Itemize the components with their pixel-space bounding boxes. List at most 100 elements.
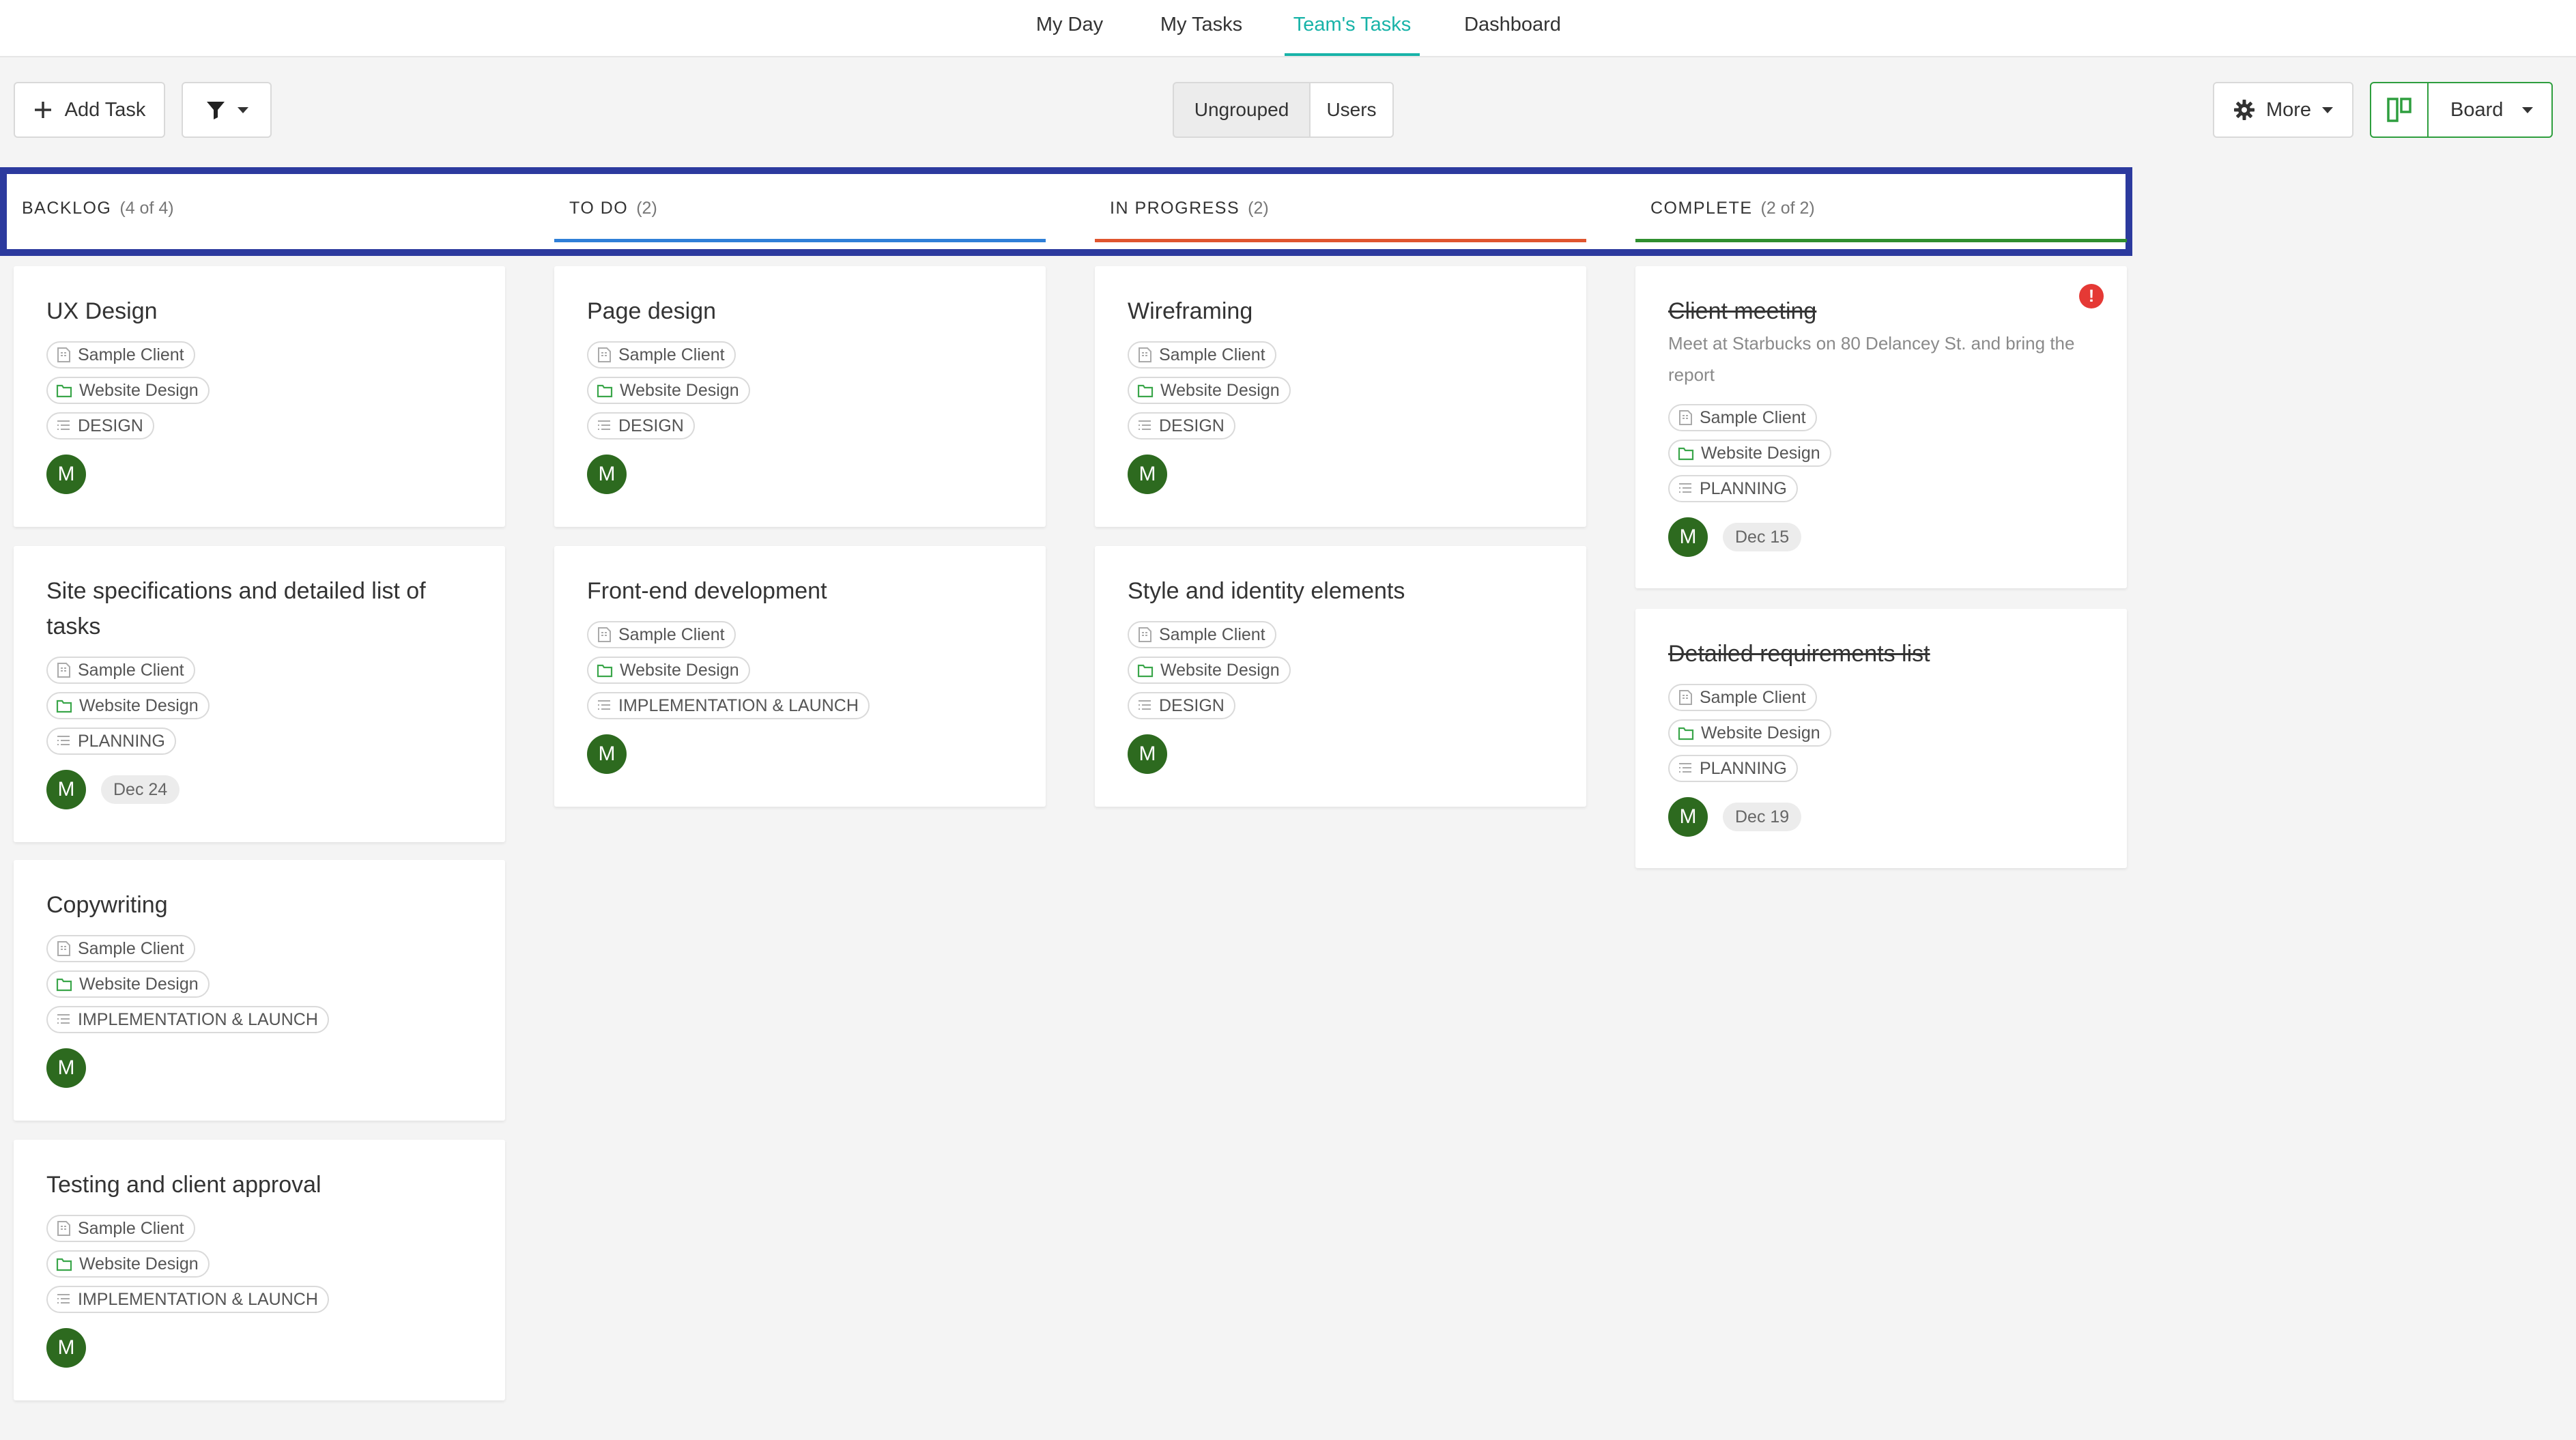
avatar[interactable]: M <box>46 1328 86 1368</box>
task-title: Wireframing <box>1128 298 1253 324</box>
column-color-line <box>1095 239 1586 242</box>
folder-icon <box>597 664 613 678</box>
avatar[interactable]: M <box>46 770 86 809</box>
column-color-line <box>1635 239 2127 242</box>
task-card[interactable]: Style and identity elements Sample Clien… <box>1095 546 1586 807</box>
task-card[interactable]: Copywriting Sample Client Website Design… <box>14 860 505 1121</box>
client-tag[interactable]: Sample Client <box>1668 684 1817 711</box>
client-tag[interactable]: Sample Client <box>587 341 736 369</box>
column-header-backlog[interactable]: BACKLOG (4 of 4) <box>7 174 506 242</box>
avatar[interactable]: M <box>1668 517 1708 557</box>
stage-tag[interactable]: PLANNING <box>46 728 176 755</box>
client-tag[interactable]: Sample Client <box>46 657 195 684</box>
tab-dashboard[interactable]: Dashboard <box>1458 0 1567 56</box>
folder-icon <box>1137 664 1154 678</box>
column-title: IN PROGRESS <box>1110 198 1240 218</box>
column-count: (2) <box>1248 198 1269 218</box>
stage-tag[interactable]: DESIGN <box>1128 692 1235 719</box>
project-tag[interactable]: Website Design <box>1128 657 1291 684</box>
more-dropdown-button[interactable]: More <box>2213 82 2353 138</box>
client-icon <box>57 941 70 956</box>
task-title: Front-end development <box>587 578 827 604</box>
avatar[interactable]: M <box>46 1048 86 1088</box>
project-tag[interactable]: Website Design <box>1668 719 1831 747</box>
project-tag[interactable]: Website Design <box>587 377 750 404</box>
tab-teams-tasks[interactable]: Team's Tasks <box>1285 0 1420 56</box>
filter-icon <box>207 102 225 119</box>
client-icon <box>57 663 70 678</box>
avatar[interactable]: M <box>587 455 627 494</box>
stage-tag[interactable]: PLANNING <box>1668 475 1798 502</box>
project-tag[interactable]: Website Design <box>46 1250 210 1278</box>
tab-my-day[interactable]: My Day <box>1025 0 1114 56</box>
project-tag[interactable]: Website Design <box>46 692 210 719</box>
client-tag[interactable]: Sample Client <box>1668 404 1817 431</box>
column-count: (4 of 4) <box>119 198 174 218</box>
task-description: Meet at Starbucks on 80 Delancey St. and… <box>1668 333 2075 385</box>
list-icon <box>57 420 70 430</box>
client-tag[interactable]: Sample Client <box>1128 341 1276 369</box>
task-card[interactable]: Front-end development Sample Client Webs… <box>554 546 1046 807</box>
task-card[interactable]: UX Design Sample Client Website Design D… <box>14 266 505 527</box>
folder-icon <box>56 384 72 398</box>
task-card[interactable]: ! Client meeting Meet at Starbucks on 80… <box>1635 266 2127 588</box>
column-header-todo[interactable]: TO DO (2) <box>554 174 1046 242</box>
column-header-complete[interactable]: COMPLETE (2 of 2) <box>1635 174 2127 242</box>
avatar[interactable]: M <box>587 734 627 774</box>
due-date-badge: Dec 19 <box>1723 803 1802 831</box>
tab-my-tasks[interactable]: My Tasks <box>1154 0 1249 56</box>
column-title: TO DO <box>569 198 629 218</box>
column-count: (2 of 2) <box>1760 198 1815 218</box>
column-header-in-progress[interactable]: IN PROGRESS (2) <box>1095 174 1586 242</box>
client-tag[interactable]: Sample Client <box>46 341 195 369</box>
client-icon <box>57 1221 70 1236</box>
stage-tag[interactable]: IMPLEMENTATION & LAUNCH <box>46 1006 329 1033</box>
folder-icon <box>56 700 72 713</box>
folder-icon <box>1678 727 1694 740</box>
client-icon <box>1679 410 1692 425</box>
board-view-icon <box>2387 98 2412 122</box>
task-card[interactable]: Testing and client approval Sample Clien… <box>14 1140 505 1400</box>
column-title: BACKLOG <box>22 198 112 218</box>
plus-icon <box>34 102 51 118</box>
stage-tag[interactable]: IMPLEMENTATION & LAUNCH <box>46 1286 329 1313</box>
stage-tag[interactable]: DESIGN <box>1128 412 1235 440</box>
task-card[interactable]: Site specifications and detailed list of… <box>14 546 505 842</box>
stage-tag[interactable]: PLANNING <box>1668 755 1798 782</box>
project-tag[interactable]: Website Design <box>587 657 750 684</box>
stage-tag[interactable]: DESIGN <box>587 412 695 440</box>
task-title: Style and identity elements <box>1128 578 1405 604</box>
folder-icon <box>1678 447 1694 461</box>
board-view-icon-box <box>2371 83 2429 136</box>
avatar[interactable]: M <box>1668 797 1708 837</box>
client-tag[interactable]: Sample Client <box>46 1215 195 1242</box>
project-tag[interactable]: Website Design <box>46 970 210 998</box>
client-icon <box>598 627 611 642</box>
add-task-button[interactable]: Add Task <box>14 82 165 138</box>
task-title: Testing and client approval <box>46 1172 321 1198</box>
task-title: UX Design <box>46 298 158 324</box>
task-card[interactable]: Wireframing Sample Client Website Design… <box>1095 266 1586 527</box>
client-tag[interactable]: Sample Client <box>1128 621 1276 648</box>
project-tag[interactable]: Website Design <box>1128 377 1291 404</box>
stage-tag[interactable]: IMPLEMENTATION & LAUNCH <box>587 692 870 719</box>
avatar[interactable]: M <box>46 455 86 494</box>
project-tag[interactable]: Website Design <box>46 377 210 404</box>
client-tag[interactable]: Sample Client <box>46 935 195 962</box>
client-icon <box>1139 347 1151 362</box>
list-icon <box>598 700 610 710</box>
project-tag[interactable]: Website Design <box>1668 440 1831 467</box>
client-tag[interactable]: Sample Client <box>587 621 736 648</box>
task-card[interactable]: Detailed requirements list Sample Client… <box>1635 609 2127 868</box>
filter-dropdown-button[interactable] <box>182 82 272 138</box>
ungrouped-toggle[interactable]: Ungrouped <box>1173 82 1311 138</box>
stage-tag[interactable]: DESIGN <box>46 412 154 440</box>
task-card[interactable]: Page design Sample Client Website Design… <box>554 266 1046 527</box>
add-task-label: Add Task <box>64 98 146 121</box>
folder-icon <box>597 384 613 398</box>
board-view-button[interactable]: Board <box>2370 82 2553 138</box>
avatar[interactable]: M <box>1128 734 1167 774</box>
gear-icon <box>2233 100 2255 120</box>
users-toggle[interactable]: Users <box>1309 82 1394 138</box>
avatar[interactable]: M <box>1128 455 1167 494</box>
